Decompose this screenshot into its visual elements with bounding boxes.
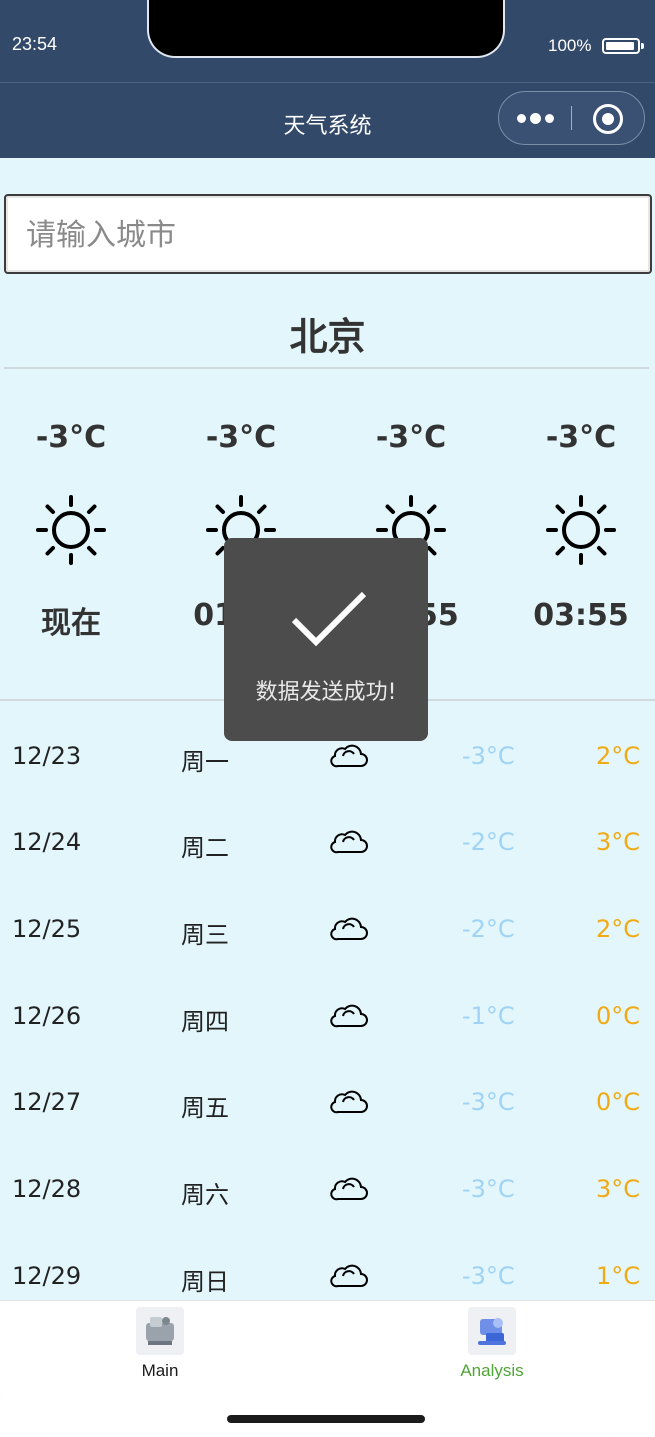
cloud-icon [330, 1090, 368, 1114]
daily-row: 12/25 周三 -2°C 2°C [0, 903, 655, 963]
daily-low-temp: -2°C [462, 915, 515, 943]
daily-low-temp: -1°C [462, 1002, 515, 1030]
daily-date: 12/28 [12, 1175, 82, 1203]
cloud-icon [330, 917, 368, 941]
daily-weekday: 周一 [181, 748, 229, 776]
daily-low-temp: -2°C [462, 828, 515, 856]
daily-low-temp: -3°C [462, 1262, 515, 1290]
daily-weekday: 周二 [181, 834, 229, 862]
daily-row: 12/28 周六 -3°C 3°C [0, 1163, 655, 1223]
daily-weekday: 周三 [181, 921, 229, 949]
tab-analysis[interactable]: Analysis [432, 1307, 552, 1381]
daily-date: 12/26 [12, 1002, 82, 1030]
success-toast: 数据发送成功! [224, 538, 428, 741]
hourly-temp: -3°C [205, 420, 277, 455]
daily-high-temp: 0°C [595, 1002, 640, 1030]
daily-row: 12/24 周二 -2°C 3°C [0, 816, 655, 876]
capsule-separator [571, 106, 572, 130]
hourly-temp: -3°C [545, 420, 617, 455]
cloud-icon [330, 744, 368, 768]
hourly-time: 03:55 [533, 598, 629, 633]
daily-weekday: 周六 [181, 1181, 229, 1209]
device-notch [147, 0, 505, 58]
tab-main[interactable]: Main [100, 1307, 220, 1381]
cloud-icon [330, 1264, 368, 1288]
status-time: 23:54 [12, 34, 58, 54]
hourly-item: -3°C 现在 [0, 420, 146, 642]
daily-weekday: 周五 [181, 1094, 229, 1122]
hourly-temp: -3°C [35, 420, 107, 455]
daily-high-temp: 0°C [595, 1088, 640, 1116]
daily-high-temp: 3°C [595, 828, 640, 856]
daily-date: 12/27 [12, 1088, 82, 1116]
daily-low-temp: -3°C [462, 742, 515, 770]
home-indicator [227, 1415, 425, 1423]
daily-weekday: 周日 [181, 1268, 229, 1296]
hourly-temp: -3°C [375, 420, 447, 455]
city-search-input[interactable] [24, 212, 628, 258]
hourly-time: 现在 [41, 606, 101, 641]
phone-screen: 23:54 100% 天气系统 北京 -3°C 现在 -3°C 01:55 -3… [0, 0, 655, 1437]
daily-date: 12/25 [12, 915, 82, 943]
daily-high-temp: 2°C [595, 915, 640, 943]
more-icon[interactable] [509, 106, 563, 132]
daily-low-temp: -3°C [462, 1175, 515, 1203]
city-name: 北京 [289, 315, 366, 359]
checkmark-icon [291, 591, 367, 647]
tab-label: Main [141, 1361, 179, 1380]
miniprogram-capsule [498, 91, 645, 145]
sun-icon [546, 495, 616, 565]
battery-icon [602, 38, 644, 54]
daily-weekday: 周四 [181, 1008, 229, 1036]
cloud-icon [330, 830, 368, 854]
main-tab-icon [136, 1307, 184, 1355]
cloud-icon [330, 1004, 368, 1028]
battery-percent: 100% [548, 36, 592, 55]
tab-label: Analysis [460, 1361, 524, 1380]
daily-row: 12/26 周四 -1°C 0°C [0, 990, 655, 1050]
daily-date: 12/24 [12, 828, 82, 856]
city-search-box[interactable] [4, 194, 652, 274]
city-divider [4, 367, 649, 369]
sun-icon [36, 495, 106, 565]
daily-low-temp: -3°C [462, 1088, 515, 1116]
daily-date: 12/23 [12, 742, 82, 770]
daily-date: 12/29 [12, 1262, 82, 1290]
daily-high-temp: 2°C [595, 742, 640, 770]
daily-high-temp: 1°C [595, 1262, 640, 1290]
cloud-icon [330, 1177, 368, 1201]
daily-row: 12/27 周五 -3°C 0°C [0, 1076, 655, 1136]
analysis-tab-icon [468, 1307, 516, 1355]
toast-message: 数据发送成功! [255, 680, 397, 705]
daily-high-temp: 3°C [595, 1175, 640, 1203]
status-divider [0, 82, 655, 83]
hourly-item: -3°C 03:55 [506, 420, 655, 633]
top-bar: 23:54 100% 天气系统 [0, 0, 655, 158]
close-miniprogram-icon[interactable] [593, 104, 623, 134]
